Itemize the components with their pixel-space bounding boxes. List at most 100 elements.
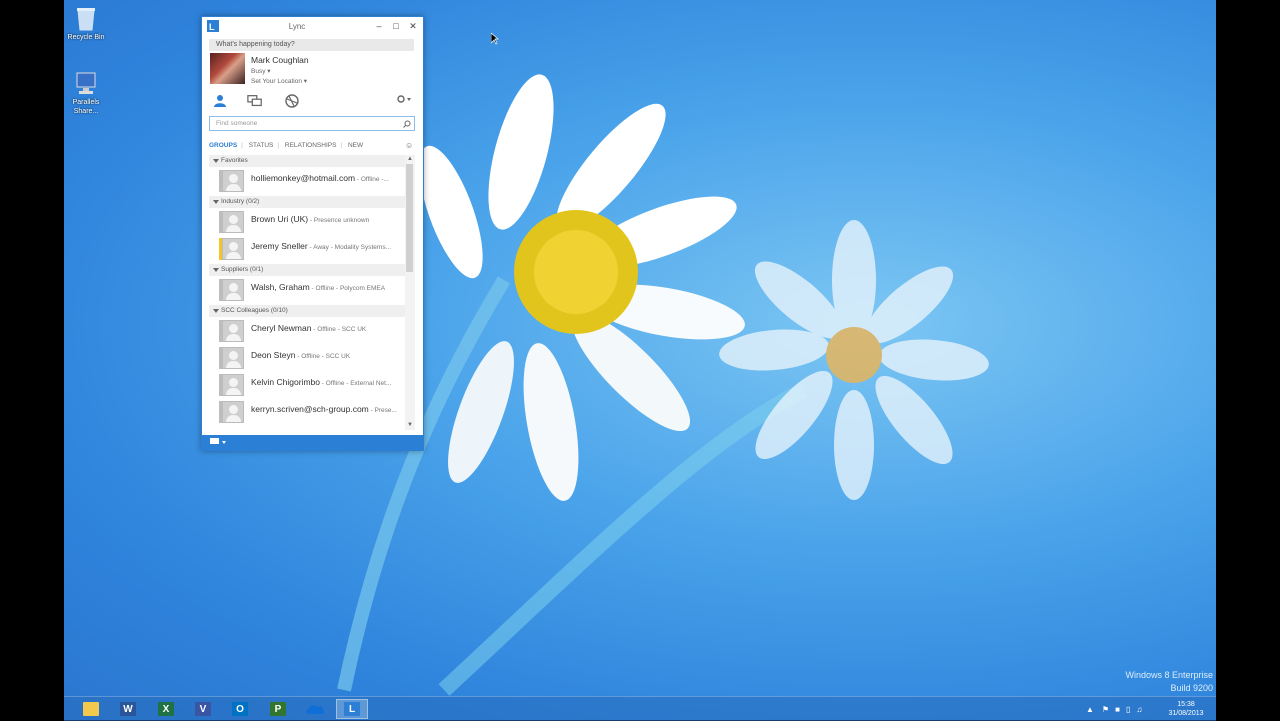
recycle-bin-label: Recycle Bin bbox=[67, 34, 105, 41]
tab-status[interactable]: STATUS bbox=[249, 142, 274, 149]
taskbar-lync[interactable]: L bbox=[336, 699, 368, 719]
contact-list-scrollbar[interactable]: ▲ ▼ bbox=[405, 155, 415, 430]
watermark-build: Build 9200 bbox=[1170, 683, 1213, 693]
my-location-menu[interactable]: Set Your Location ▾ bbox=[251, 77, 307, 85]
taskbar-file-explorer[interactable] bbox=[75, 699, 107, 719]
note-input[interactable]: What's happening today? bbox=[209, 39, 414, 51]
desktop-icon-recycle-bin[interactable]: Recycle Bin bbox=[64, 5, 110, 42]
minimize-button[interactable]: – bbox=[371, 19, 387, 33]
tab-relationships[interactable]: RELATIONSHIPS bbox=[285, 142, 337, 149]
taskbar-skydrive[interactable] bbox=[299, 699, 331, 719]
contact-name: Jeremy Sneller bbox=[251, 241, 308, 251]
tray-lync-icon[interactable]: ■ bbox=[1115, 705, 1120, 714]
lync-title: Lync bbox=[288, 22, 306, 31]
letterbox-right bbox=[1216, 0, 1280, 720]
lync-window[interactable]: L Lync – □ ✕ What's happening today? Mar… bbox=[201, 16, 424, 451]
parallels-share-label-2: Share... bbox=[73, 108, 99, 115]
contact-avatar bbox=[222, 374, 244, 396]
contact-avatar bbox=[222, 238, 244, 260]
add-contact-icon[interactable]: ☺ bbox=[405, 141, 415, 151]
skydrive-cloud-icon bbox=[306, 705, 325, 714]
tray-volume-icon[interactable]: ♫ bbox=[1136, 705, 1142, 714]
system-tray: ▲ ⚑ ■ ▯ ♫ bbox=[1086, 697, 1148, 721]
lync-icon: L bbox=[344, 702, 360, 716]
contact-tabs: GROUPS | STATUS | RELATIONSHIPS | NEW bbox=[209, 142, 364, 149]
desktop-icon-parallels-share[interactable]: Parallels Share... bbox=[64, 70, 110, 116]
contact-name: Walsh, Graham bbox=[251, 282, 310, 292]
tray-flag-icon[interactable]: ⚑ bbox=[1102, 705, 1109, 714]
tray-network-icon[interactable]: ▯ bbox=[1126, 705, 1130, 714]
contact-item[interactable]: Deon Steyn - Offline - SCC UK bbox=[209, 344, 405, 371]
taskbar: W X V O P L ▲ ⚑ ■ ▯ ♫ 15:38 31/08/2013 bbox=[64, 696, 1216, 721]
group-header-favorites[interactable]: Favorites bbox=[209, 155, 405, 167]
project-icon: P bbox=[270, 702, 286, 716]
tab-new[interactable]: NEW bbox=[348, 142, 363, 149]
folder-icon bbox=[83, 702, 99, 716]
tray-expand-icon[interactable]: ▲ bbox=[1086, 705, 1094, 714]
taskbar-clock[interactable]: 15:38 31/08/2013 bbox=[1156, 700, 1216, 718]
conversations-view-icon[interactable] bbox=[247, 94, 263, 108]
contact-item[interactable]: Kelvin Chigorimbo - Offline - External N… bbox=[209, 371, 405, 398]
contact-status: - Offline - SCC UK bbox=[295, 353, 351, 360]
letterbox-left bbox=[0, 0, 64, 720]
parallels-share-label-1: Parallels bbox=[72, 99, 100, 106]
contacts-view-icon[interactable] bbox=[212, 94, 228, 108]
contact-item[interactable]: Brown Uri (UK) - Presence unknown bbox=[209, 208, 405, 235]
taskbar-excel[interactable]: X bbox=[150, 699, 182, 719]
contact-avatar bbox=[222, 401, 244, 423]
contact-status: - Offline - SCC UK bbox=[311, 326, 367, 333]
watermark-edition: Windows 8 Enterprise bbox=[1125, 670, 1213, 680]
scroll-thumb[interactable] bbox=[406, 164, 413, 272]
windows-watermark: Windows 8 Enterprise Build 9200 bbox=[1125, 669, 1213, 695]
options-gear-icon[interactable] bbox=[396, 92, 412, 106]
taskbar-visio[interactable]: V bbox=[187, 699, 219, 719]
contact-avatar bbox=[222, 347, 244, 369]
contact-item[interactable]: Jeremy Sneller - Away - Modality Systems… bbox=[209, 235, 405, 262]
contact-list: Favorites holliemonkey@hotmail.com - Off… bbox=[209, 153, 405, 431]
contact-status: - Offline -... bbox=[355, 176, 389, 183]
group-header-suppliers[interactable]: Suppliers (0/1) bbox=[209, 264, 405, 276]
clock-date: 31/08/2013 bbox=[1168, 710, 1204, 717]
mouse-cursor-icon bbox=[491, 33, 499, 45]
my-name: Mark Coughlan bbox=[251, 55, 309, 65]
close-button[interactable]: ✕ bbox=[405, 19, 421, 33]
contact-name: holliemonkey@hotmail.com bbox=[251, 173, 356, 183]
contact-status: - Offline - External Net... bbox=[319, 380, 392, 387]
contact-status: - Away - Modality Systems... bbox=[307, 244, 392, 251]
contact-name: Brown Uri (UK) bbox=[251, 214, 309, 224]
contact-avatar bbox=[222, 279, 244, 301]
contact-item[interactable]: Walsh, Graham - Offline - Polycom EMEA bbox=[209, 276, 405, 303]
meetings-view-icon[interactable] bbox=[284, 94, 300, 108]
contact-item[interactable]: kerryn.scriven@sch-group.com - Prese... bbox=[209, 398, 405, 425]
search-icon bbox=[403, 120, 411, 128]
excel-icon: X bbox=[158, 702, 174, 716]
group-header-scc-colleagues[interactable]: SCC Colleagues (0/10) bbox=[209, 305, 405, 317]
network-folder-icon bbox=[76, 72, 96, 94]
tab-groups[interactable]: GROUPS bbox=[209, 142, 237, 149]
contact-status: - Presence unknown bbox=[308, 217, 370, 224]
contact-item[interactable]: holliemonkey@hotmail.com - Offline -... bbox=[209, 167, 405, 194]
my-avatar[interactable] bbox=[210, 53, 245, 84]
find-someone-input[interactable]: Find someone bbox=[209, 116, 415, 131]
taskbar-outlook[interactable]: O bbox=[224, 699, 256, 719]
scroll-up-arrow[interactable]: ▲ bbox=[406, 155, 414, 163]
recycle-bin-icon bbox=[77, 8, 95, 31]
taskbar-word[interactable]: W bbox=[112, 699, 144, 719]
lync-titlebar[interactable]: L Lync – □ ✕ bbox=[202, 17, 423, 37]
contact-name: kerryn.scriven@sch-group.com bbox=[251, 404, 369, 414]
scroll-down-arrow[interactable]: ▼ bbox=[406, 421, 414, 429]
maximize-button[interactable]: □ bbox=[388, 19, 404, 33]
contact-avatar bbox=[222, 320, 244, 342]
contact-status: - Prese... bbox=[368, 407, 397, 414]
my-status-menu[interactable]: Busy ▾ bbox=[251, 67, 271, 75]
contact-avatar bbox=[222, 170, 244, 192]
taskbar-project[interactable]: P bbox=[262, 699, 294, 719]
outlook-icon: O bbox=[232, 702, 248, 716]
contact-status: - Offline - Polycom EMEA bbox=[309, 285, 386, 292]
contact-name: Deon Steyn bbox=[251, 350, 296, 360]
group-header-industry[interactable]: Industry (0/2) bbox=[209, 196, 405, 208]
contact-avatar bbox=[222, 211, 244, 233]
word-icon: W bbox=[120, 702, 136, 716]
contact-item[interactable]: Cheryl Newman - Offline - SCC UK bbox=[209, 317, 405, 344]
im-menu-icon[interactable] bbox=[210, 438, 228, 447]
